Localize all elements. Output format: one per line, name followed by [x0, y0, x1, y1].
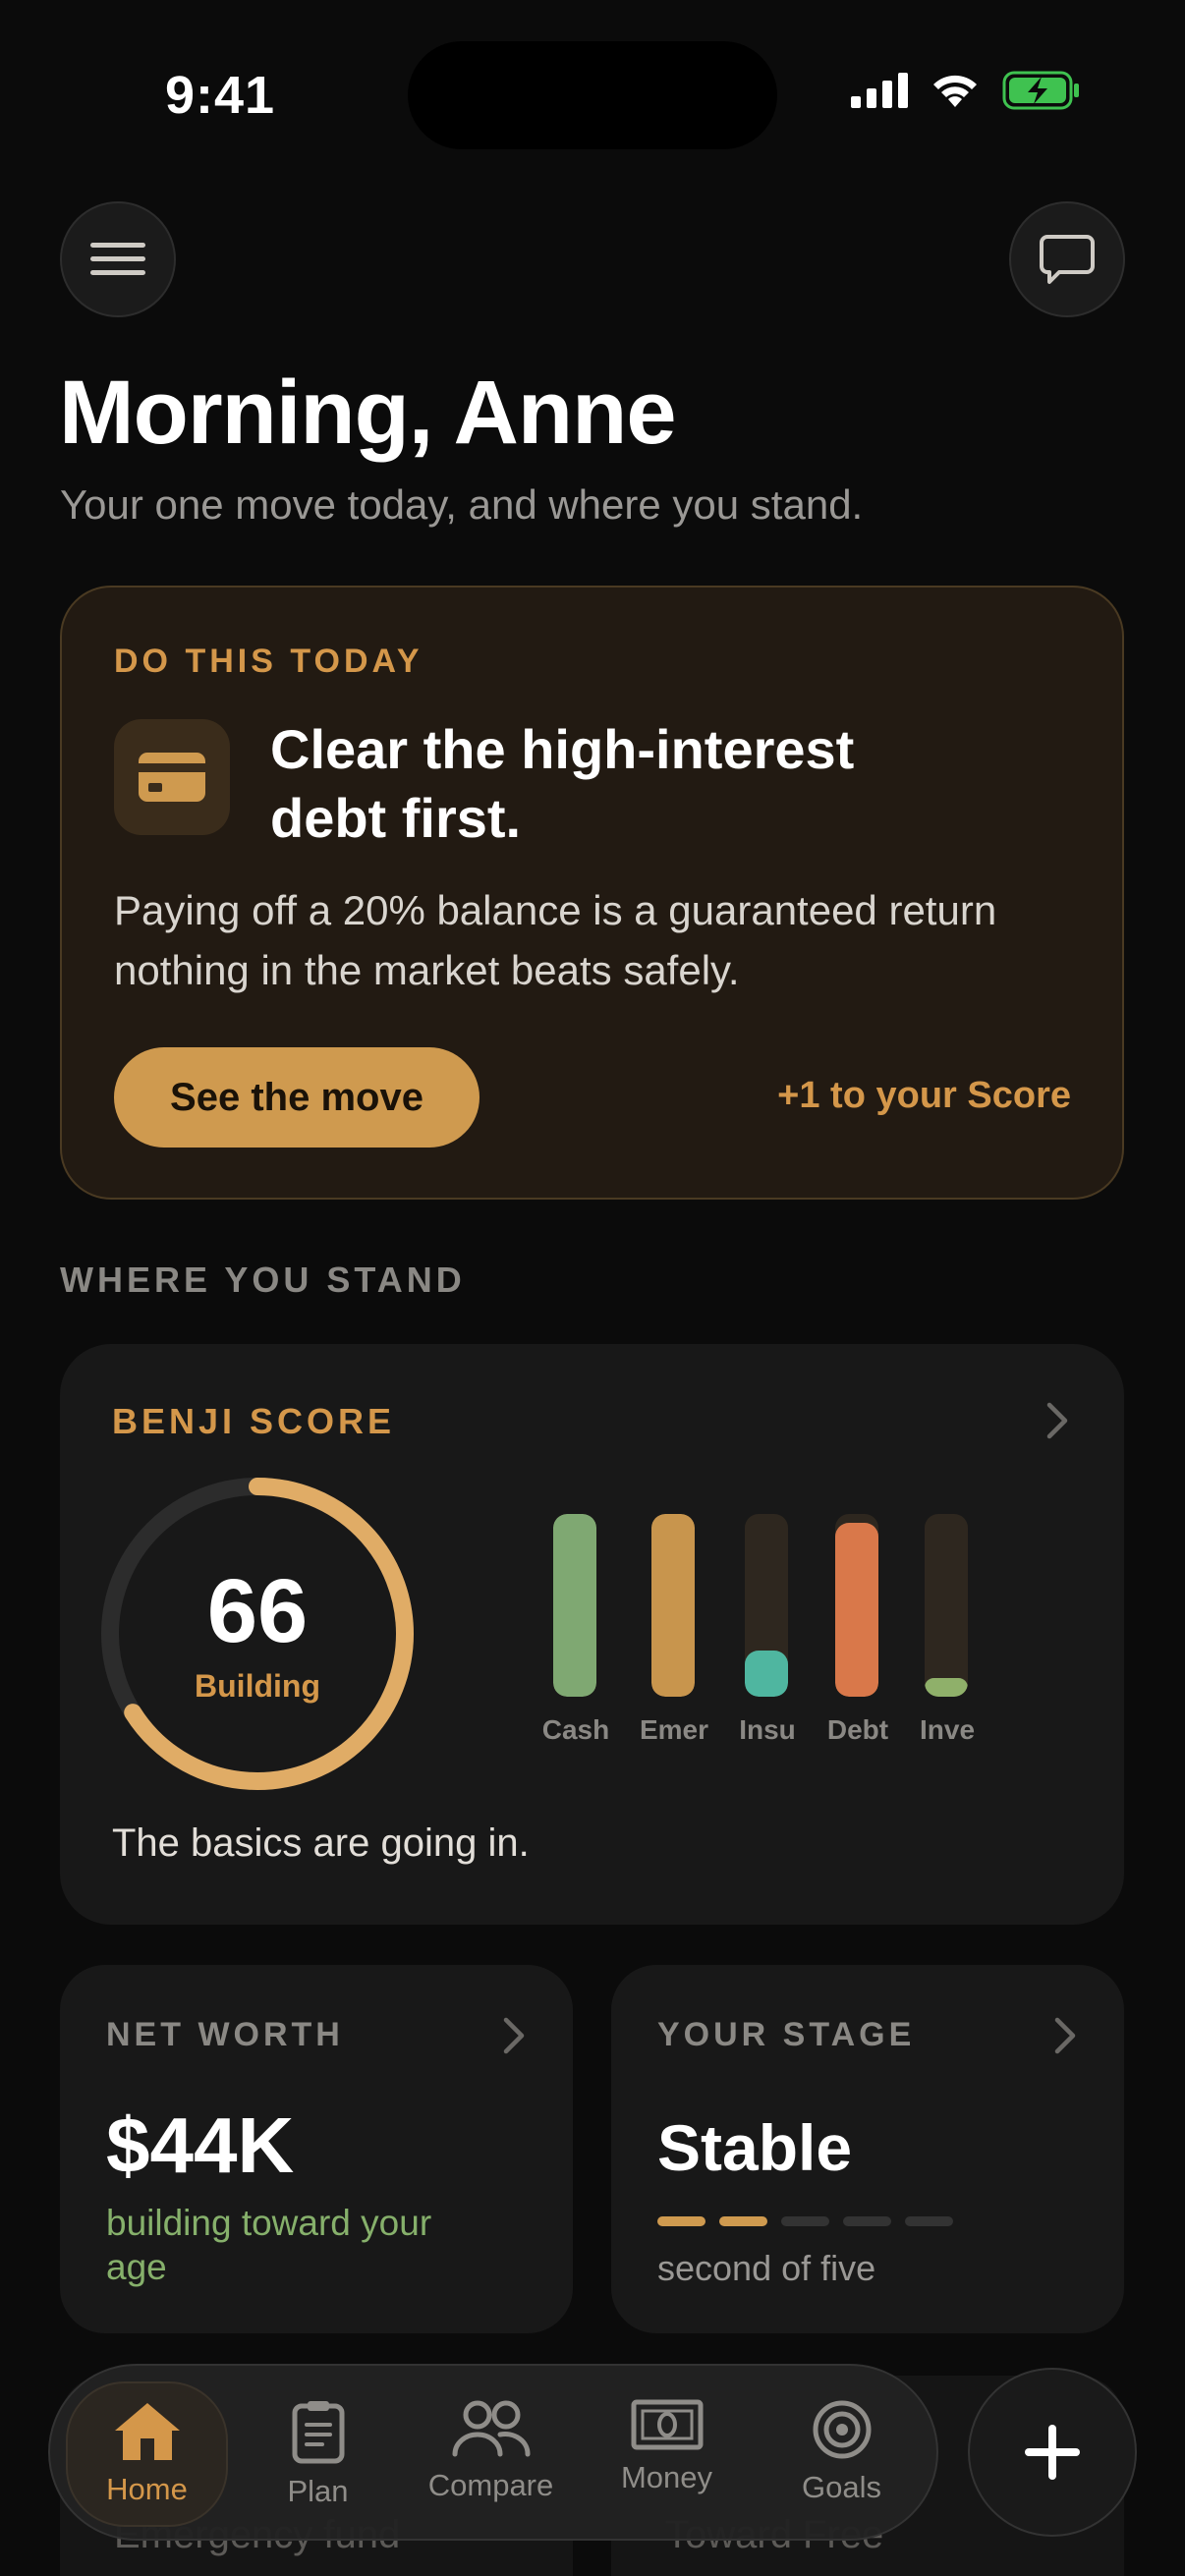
- tab-label: Compare: [427, 2468, 554, 2502]
- tab-home[interactable]: Home: [66, 2381, 228, 2527]
- pillar-bar-fill: [925, 1678, 968, 1697]
- chat-button[interactable]: [1009, 201, 1125, 317]
- stage-step: [843, 2216, 891, 2226]
- hamburger-menu-icon: [90, 243, 145, 275]
- pillar-bar-fill: [553, 1514, 596, 1697]
- status-time: 9:41: [165, 66, 276, 125]
- people-icon: [452, 2400, 531, 2457]
- dynamic-island: [408, 41, 777, 149]
- net-worth-card[interactable]: NET WORTH $44K building toward your age: [60, 1965, 573, 2333]
- benji-score-card[interactable]: BENJI SCORE 66 Building Cash Emer Insu Debt…: [60, 1344, 1124, 1925]
- stage-progress: [657, 2216, 953, 2226]
- score-eyebrow: BENJI SCORE: [112, 1401, 396, 1441]
- tab-label: Plan: [287, 2474, 349, 2508]
- battery-charging-icon: [1002, 71, 1079, 110]
- stage-step: [905, 2216, 953, 2226]
- see-the-move-button[interactable]: See the move: [114, 1047, 480, 1148]
- target-icon: [813, 2400, 871, 2459]
- menu-button[interactable]: [60, 201, 176, 317]
- pillar-bar-fill: [745, 1651, 788, 1697]
- stage-value: Stable: [657, 2111, 853, 2184]
- pillar-bar-label: Inve: [919, 1714, 976, 1745]
- net-worth-note: building toward your age: [106, 2203, 432, 2287]
- chevron-right-icon: [503, 2017, 525, 2054]
- tab-goals[interactable]: Goals: [761, 2381, 923, 2527]
- section-label-where-you-stand: WHERE YOU STAND: [60, 1260, 466, 1300]
- score-value: 66: [206, 1561, 309, 1661]
- plus-icon: [1025, 2425, 1080, 2480]
- clipboard-icon: [292, 2401, 344, 2464]
- today-eyebrow: DO THIS TODAY: [114, 643, 423, 680]
- today-title: Clear the high-interest debt first.: [270, 718, 855, 849]
- pillar-bar-label: Insu: [739, 1714, 796, 1745]
- score-gain-label: +1 to your Score: [777, 1075, 1071, 1116]
- today-action-card: DO THIS TODAY Clear the high-interest de…: [60, 586, 1124, 1200]
- stage-step: [719, 2216, 767, 2226]
- stage-step: [781, 2216, 829, 2226]
- pillar-bar-fill: [835, 1523, 878, 1697]
- pillar-bar-label: Debt: [826, 1714, 889, 1745]
- tab-label: Money: [620, 2460, 713, 2494]
- pillar-bar-track: [745, 1514, 788, 1697]
- tab-label: Home: [106, 2472, 188, 2506]
- tab-label: Goals: [802, 2470, 881, 2504]
- page-title: Morning, Anne: [59, 363, 676, 463]
- pillar-bar-fill: [651, 1514, 695, 1697]
- tab-plan[interactable]: Plan: [237, 2381, 399, 2527]
- score-note: The basics are going in.: [112, 1821, 530, 1865]
- score-status: Building: [195, 1668, 320, 1704]
- pillar-bar-track: [651, 1514, 695, 1697]
- wifi-icon: [933, 75, 977, 107]
- tab-compare[interactable]: Compare: [410, 2381, 572, 2527]
- tab-bar: Home Plan Compare Money Goals: [48, 2364, 938, 2541]
- pillar-bar-label: Emer: [639, 1714, 709, 1745]
- today-icon-tile: [114, 719, 230, 835]
- home-icon: [114, 2403, 180, 2460]
- pillar-bar-track: [835, 1514, 878, 1697]
- chevron-right-icon: [1046, 1402, 1068, 1439]
- cellular-signal-icon: [851, 73, 908, 108]
- net-worth-eyebrow: NET WORTH: [106, 2016, 344, 2053]
- pillar-bar-track: [553, 1514, 596, 1697]
- stage-step: [657, 2216, 705, 2226]
- stage-note: second of five: [657, 2248, 876, 2288]
- pillar-bar-label: Cash: [541, 1714, 610, 1745]
- chat-bubble-icon: [1040, 235, 1095, 284]
- pillar-bar-track: [925, 1514, 968, 1697]
- tab-money[interactable]: Money: [586, 2381, 748, 2527]
- chevron-right-icon: [1054, 2017, 1076, 2054]
- your-stage-card[interactable]: YOUR STAGE Stable second of five: [611, 1965, 1124, 2333]
- credit-card-icon: [139, 753, 205, 802]
- status-icons: [851, 71, 1081, 110]
- net-worth-value: $44K: [106, 2101, 295, 2189]
- banknote-icon: [631, 2399, 703, 2450]
- today-body: Paying off a 20% balance is a guaranteed…: [114, 887, 997, 993]
- stage-eyebrow: YOUR STAGE: [657, 2016, 916, 2053]
- page-subtitle: Your one move today, and where you stand…: [60, 481, 864, 528]
- add-button[interactable]: [968, 2368, 1137, 2537]
